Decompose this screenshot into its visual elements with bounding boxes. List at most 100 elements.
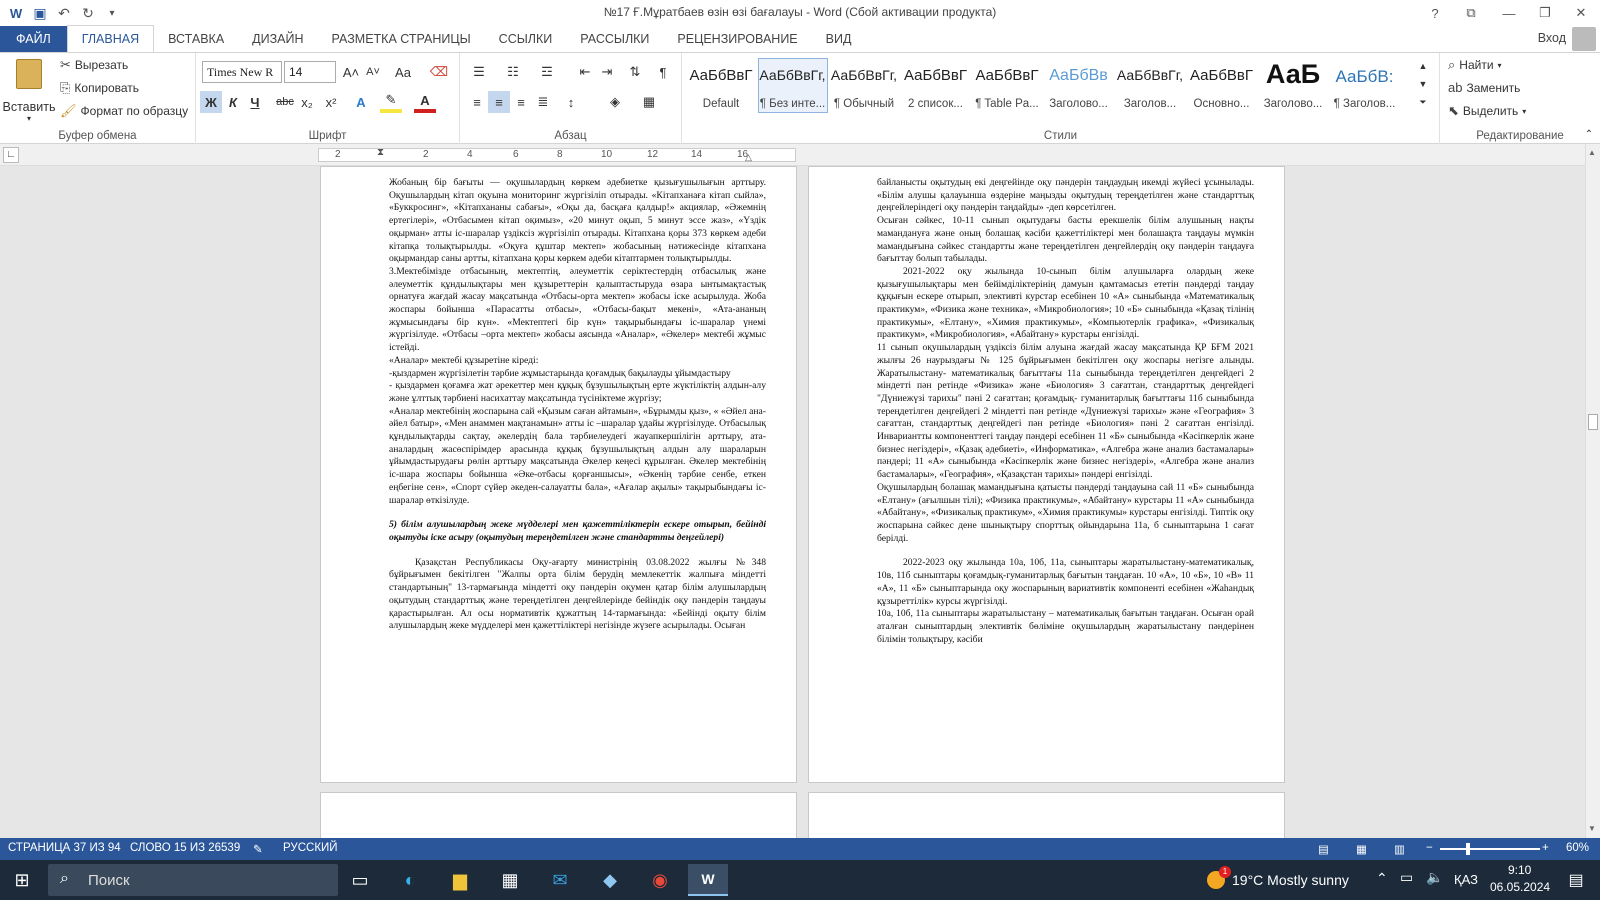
replace-button[interactable]: ab Заменить: [1448, 80, 1520, 95]
increase-indent-icon[interactable]: ⇥: [596, 61, 618, 83]
highlight-icon[interactable]: ✎: [380, 91, 402, 113]
style-3[interactable]: АаБбВвГ 2 список...: [901, 58, 971, 113]
zoom-out-icon[interactable]: −: [1426, 842, 1433, 854]
text-effects-icon[interactable]: A: [350, 91, 372, 113]
zoom-level[interactable]: 60%: [1566, 842, 1589, 854]
print-layout-icon[interactable]: ▦: [1356, 842, 1367, 856]
task-view-icon[interactable]: ▭: [340, 864, 380, 896]
style-0[interactable]: АаБбВвГ Default: [686, 58, 756, 113]
line-spacing-icon[interactable]: ↕: [560, 91, 582, 113]
redo-icon[interactable]: ↻: [76, 1, 100, 25]
store-icon[interactable]: ▦: [490, 864, 530, 896]
file-explorer-icon[interactable]: ▆: [440, 864, 480, 896]
chrome-icon[interactable]: ◉: [640, 864, 680, 896]
tab-references[interactable]: ССЫЛКИ: [485, 26, 567, 52]
horizontal-ruler[interactable]: 2 2 4 6 8 10 12 14 16 ⧗ △: [318, 147, 796, 163]
page-right-text[interactable]: байланысты оқытудың екі деңгейінде оқу п…: [877, 177, 1254, 646]
tab-insert[interactable]: ВСТАВКА: [154, 26, 238, 52]
font-size-combo[interactable]: 14: [284, 61, 336, 83]
font-name-combo[interactable]: Times New R: [202, 61, 282, 83]
edge-icon[interactable]: ◐: [390, 864, 430, 896]
clock-date[interactable]: 06.05.2024: [1490, 880, 1550, 894]
minimize-button[interactable]: —: [1494, 0, 1524, 26]
tab-design[interactable]: ДИЗАЙН: [238, 26, 317, 52]
sign-in-link[interactable]: Вход: [1538, 31, 1566, 45]
superscript-button[interactable]: x²: [320, 91, 342, 113]
page-count-status[interactable]: СТРАНИЦА 37 ИЗ 94: [8, 842, 121, 854]
change-case-button[interactable]: Aa: [388, 61, 418, 83]
taskbar-search-box[interactable]: ⌕ Поиск: [48, 864, 338, 896]
scroll-up-icon[interactable]: ▲: [1588, 148, 1596, 157]
right-indent-marker-icon[interactable]: △: [745, 152, 752, 163]
tab-home[interactable]: ГЛАВНАЯ: [66, 25, 155, 52]
help-icon[interactable]: ?: [1420, 0, 1450, 26]
language-status[interactable]: РУССКИЙ: [283, 842, 338, 854]
bullets-icon[interactable]: ☰: [468, 61, 490, 83]
weather-text[interactable]: 19°C Mostly sunny: [1232, 872, 1349, 888]
paste-button[interactable]: Вставить ▾: [3, 57, 56, 123]
tab-layout[interactable]: РАЗМЕТКА СТРАНИЦЫ: [318, 26, 485, 52]
align-left-icon[interactable]: ≡: [466, 91, 488, 113]
word-taskbar-icon[interactable]: W: [688, 864, 728, 896]
zoom-thumb[interactable]: [1466, 843, 1470, 855]
close-button[interactable]: ✕: [1566, 0, 1596, 26]
tab-view[interactable]: ВИД: [812, 26, 866, 52]
style-8[interactable]: АаБ Заголово...: [1258, 58, 1328, 113]
style-6[interactable]: АаБбВвГг, Заголов...: [1115, 58, 1185, 113]
word-app-icon[interactable]: W: [4, 1, 28, 25]
clear-format-icon[interactable]: ⌫: [428, 61, 450, 83]
style-5[interactable]: АаБбВв Заголово...: [1044, 58, 1114, 113]
format-painter-button[interactable]: 🖌 Формат по образцу: [60, 103, 188, 119]
multilevel-list-icon[interactable]: ☲: [536, 61, 558, 83]
style-9[interactable]: АаБбВ: ¶ Заголов...: [1330, 58, 1400, 113]
copy-button[interactable]: ⎘ Копировать: [60, 80, 139, 96]
show-marks-icon[interactable]: ¶: [652, 61, 674, 83]
undo-icon[interactable]: ↶: [52, 1, 76, 25]
align-center-icon[interactable]: ≡: [488, 91, 510, 113]
grow-font-button[interactable]: A˄: [340, 61, 362, 83]
tab-mailings[interactable]: РАССЫЛКИ: [566, 26, 663, 52]
styles-more-icon[interactable]: ⏷: [1412, 93, 1434, 111]
borders-icon[interactable]: ▦: [638, 91, 660, 113]
strikethrough-button[interactable]: abc: [274, 91, 296, 113]
scroll-down-icon[interactable]: ▼: [1588, 824, 1596, 833]
action-center-icon[interactable]: ▤: [1556, 864, 1596, 896]
save-icon[interactable]: ▣: [28, 1, 52, 25]
select-button[interactable]: ⬉ Выделить ▾: [1448, 103, 1526, 119]
collapse-ribbon-icon[interactable]: ⌃: [1578, 123, 1600, 145]
page-left-text[interactable]: Жобаның бір бағыты — оқушылардың көркем …: [389, 177, 766, 633]
subscript-button[interactable]: x₂: [296, 91, 318, 113]
tab-selector-icon[interactable]: ∟: [3, 147, 19, 163]
style-2[interactable]: АаБбВвГг, ¶ Обычный: [829, 58, 899, 113]
scroll-thumb[interactable]: [1588, 414, 1598, 430]
web-layout-icon[interactable]: ▥: [1394, 842, 1405, 856]
proofing-icon[interactable]: ✎: [253, 842, 263, 856]
start-windows-icon[interactable]: ⊞: [2, 864, 42, 896]
avatar[interactable]: [1572, 27, 1596, 51]
align-right-icon[interactable]: ≡: [510, 91, 532, 113]
tab-file[interactable]: ФАЙЛ: [0, 26, 67, 52]
read-mode-icon[interactable]: ▤: [1318, 842, 1329, 856]
clock-time[interactable]: 9:10: [1508, 863, 1531, 877]
word-count-status[interactable]: СЛОВО 15 ИЗ 26539: [130, 842, 240, 854]
decrease-indent-icon[interactable]: ⇤: [574, 61, 596, 83]
indent-marker-icon[interactable]: ⧗: [377, 147, 384, 158]
tab-review[interactable]: РЕЦЕНЗИРОВАНИЕ: [663, 26, 811, 52]
underline-button[interactable]: Ч: [244, 91, 266, 113]
style-7[interactable]: АаБбВвГ Основно...: [1187, 58, 1257, 113]
customize-qat-icon[interactable]: ▾: [100, 1, 124, 25]
vertical-scrollbar[interactable]: ▲ ▼: [1585, 144, 1600, 838]
maximize-button[interactable]: ❐: [1530, 0, 1560, 26]
app-icon[interactable]: ◆: [590, 864, 630, 896]
mail-icon[interactable]: ✉: [540, 864, 580, 896]
zoom-in-icon[interactable]: +: [1542, 842, 1549, 854]
justify-icon[interactable]: ≣: [532, 91, 554, 113]
shading-icon[interactable]: ◈: [604, 91, 626, 113]
font-color-icon[interactable]: A: [414, 91, 436, 113]
sort-icon[interactable]: ⇅: [624, 61, 646, 83]
style-4[interactable]: АаБбВвГ ¶ Table Pa...: [972, 58, 1042, 113]
ribbon-display-icon[interactable]: ⧉: [1456, 0, 1486, 26]
bold-button[interactable]: Ж: [200, 91, 222, 113]
network-icon[interactable]: ▭: [1400, 869, 1413, 886]
input-language[interactable]: ҚАЗ: [1454, 872, 1478, 887]
